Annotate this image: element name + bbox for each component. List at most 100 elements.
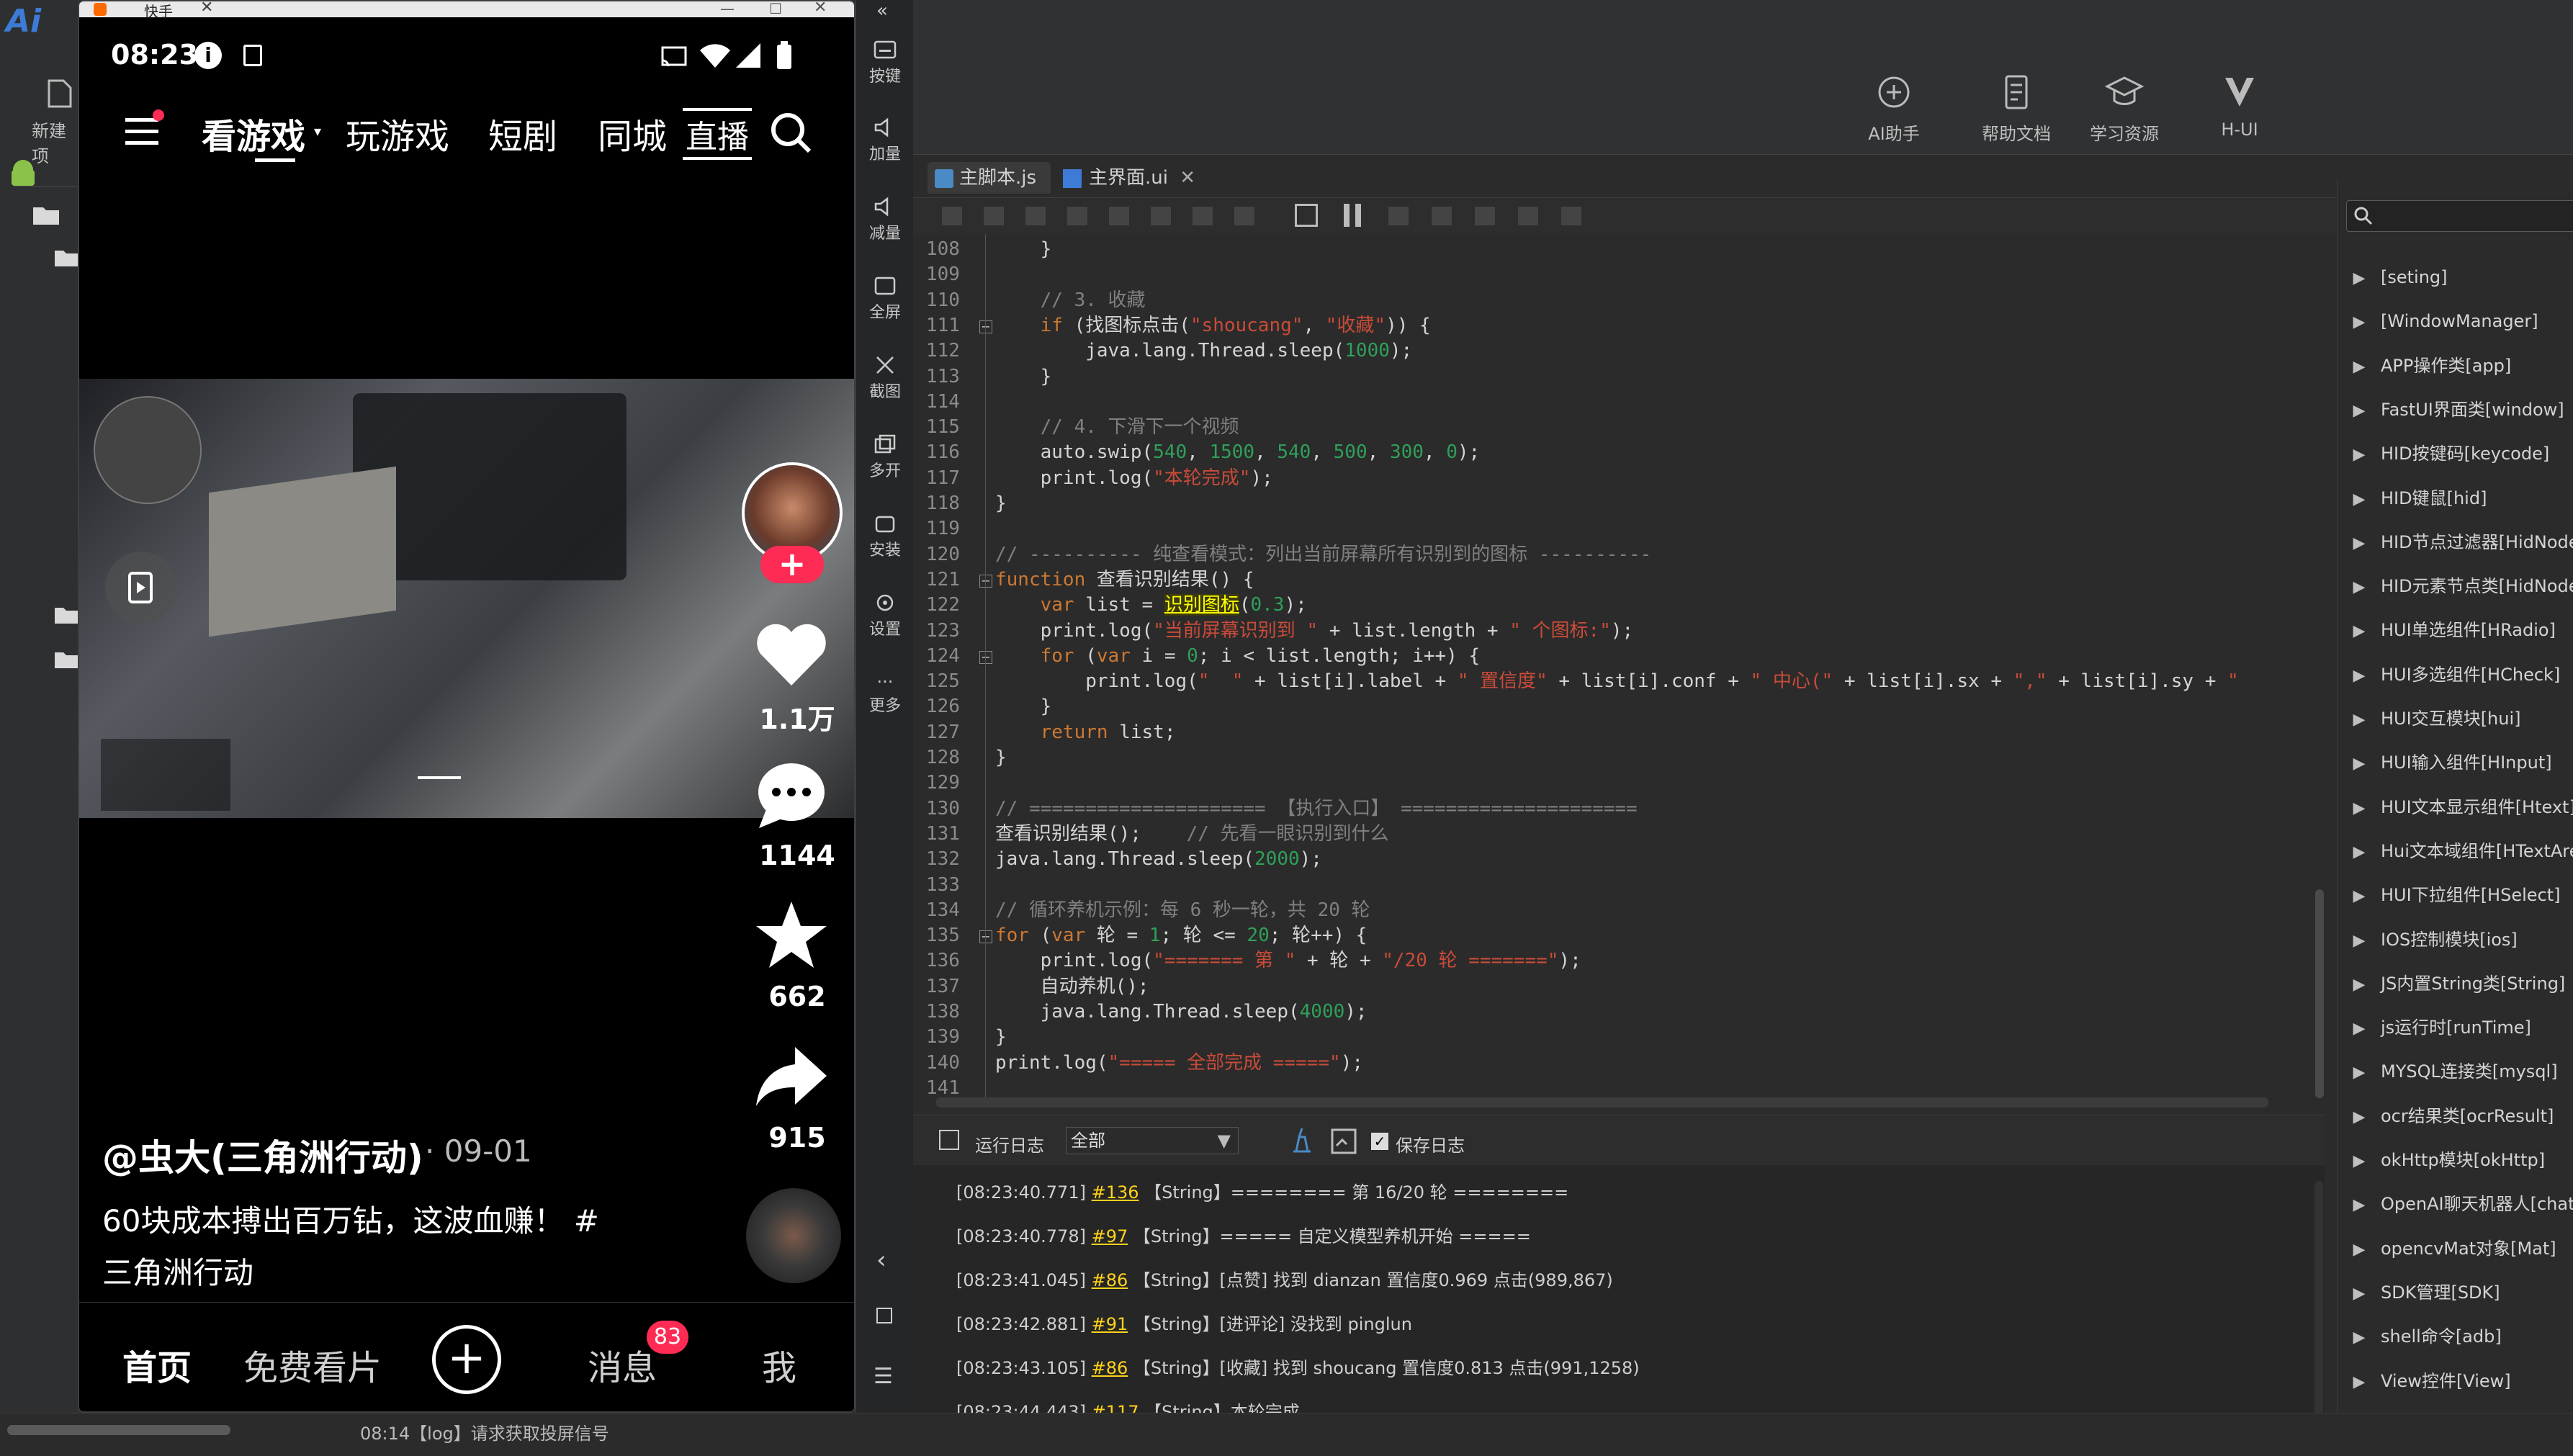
back-icon[interactable]: ‹ [876,1246,886,1275]
tab-live[interactable]: 直播 [683,108,752,160]
api-tree-item[interactable]: ▶ JS内置String类[String] [2338,961,2573,1006]
api-tree-item[interactable]: ▶ HUI下拉组件[HSelect] [2338,873,2573,917]
expand-arrow-icon[interactable]: ▶ [2338,786,2381,830]
api-tree-item[interactable]: ▶ [seting] [2338,255,2573,300]
code-line[interactable]: 自动养机(); [995,974,1149,999]
stop-icon[interactable] [1295,204,1318,227]
expand-arrow-icon[interactable]: ▶ [2338,1007,2381,1050]
expand-arrow-icon[interactable]: ▶ [2338,345,2381,388]
log-source-link[interactable]: #136 [1092,1182,1139,1203]
tab-short-drama[interactable]: 短剧 [488,108,557,158]
tool-volume-down[interactable]: 减量 [856,196,914,243]
tool-install[interactable]: 安装 [856,513,914,560]
expand-arrow-icon[interactable]: ▶ [2338,919,2381,962]
api-tree-item[interactable]: ▶ HUI交互模块[hui] [2338,696,2573,741]
code-line[interactable]: // ---------- 纯查看模式：列出当前屏幕所有识别到的图标 -----… [995,542,1651,567]
log-filter-select[interactable]: 全部 ▼ [1066,1127,1239,1154]
api-tree-item[interactable]: ▶ HID节点过滤器[HidNode] [2338,520,2573,565]
code-line[interactable]: for (var i = 0; i < list.length; i++) { [995,644,1481,669]
api-tree-item[interactable]: ▶ okHttp模块[okHttp] [2338,1138,2573,1182]
window-minimize-icon[interactable]: — [720,1,735,17]
code-line[interactable]: java.lang.Thread.sleep(2000); [995,847,1322,872]
api-tree-item[interactable]: ▶ HUI文本显示组件[Htext] [2338,785,2573,830]
tool-keys[interactable]: 按键 [856,39,914,86]
expand-arrow-icon[interactable]: ▶ [2338,1360,2381,1403]
code-line[interactable]: } [995,364,1052,390]
expand-arrow-icon[interactable]: ▶ [2338,830,2381,873]
code-line[interactable]: print.log("===== 全部完成 ====="); [995,1051,1363,1076]
screenshot-log-icon[interactable] [1329,1127,1358,1156]
log-source-link[interactable]: #91 [1092,1314,1128,1334]
h-ui-button[interactable]: H-UI [2182,72,2297,140]
tool-more[interactable]: ··· 更多 [856,671,914,716]
log-source-link[interactable]: #86 [1092,1358,1128,1378]
expand-arrow-icon[interactable]: ▶ [2338,1316,2381,1359]
tool-fullscreen[interactable]: 全屏 [856,275,914,323]
api-tree-item[interactable]: ▶ APP操作类[app] [2338,343,2573,388]
clear-log-icon[interactable] [1288,1125,1316,1154]
api-tree-item[interactable]: ▶ HID元素节点类[HidNode] [2338,564,2573,608]
fold-toggle-icon[interactable]: − [979,650,992,664]
expand-arrow-icon[interactable]: ▶ [2338,565,2381,608]
api-tree-item[interactable]: ▶ SDK管理[SDK] [2338,1270,2573,1315]
code-line[interactable]: print.log("当前屏幕识别到 " + list.length + " 个… [995,619,1634,644]
close-tab-icon[interactable]: ✕ [1180,167,1195,189]
expand-arrow-icon[interactable]: ▶ [2338,477,2381,521]
fold-toggle-icon[interactable]: − [979,930,992,944]
api-tree-item[interactable]: ▶ View控件[View] [2338,1359,2573,1403]
save-log-label[interactable]: 保存日志 [1396,1131,1465,1156]
window-maximize-icon[interactable]: ☐ [769,1,782,17]
recents-icon[interactable]: ☰ [874,1364,893,1389]
code-line[interactable]: // 3. 收藏 [995,288,1146,313]
tab-local[interactable]: 同城 [598,108,667,158]
code-line[interactable]: } [995,491,1007,516]
nav-free-movies[interactable]: 免费看片 [243,1339,382,1390]
expand-arrow-icon[interactable]: ▶ [2338,389,2381,432]
tool-screenshot[interactable]: 截图 [856,354,914,402]
code-line[interactable]: java.lang.Thread.sleep(4000); [995,999,1368,1025]
code-line[interactable]: // 4. 下滑下一个视频 [995,415,1239,440]
code-line[interactable]: print.log(" " + list[i].label + " 置信度" +… [995,669,2238,694]
horizontal-scrollbar[interactable] [936,1097,2268,1107]
folder-icon[interactable] [32,203,60,226]
expand-arrow-icon[interactable]: ▶ [2338,300,2381,343]
ai-assistant-button[interactable]: AI助手 [1836,72,1952,145]
api-tree-item[interactable]: ▶ HID按键码[keycode] [2338,431,2573,476]
learning-resources-button[interactable]: 学习资源 [2067,72,2182,145]
post-author[interactable]: @虫大(三角洲行动) [102,1129,423,1181]
expand-arrow-icon[interactable]: ▶ [2338,1272,2381,1315]
folder-icon[interactable] [53,603,79,625]
share-icon[interactable] [752,1040,831,1112]
music-disc-icon[interactable] [746,1188,841,1283]
expand-arrow-icon[interactable]: ▶ [2338,742,2381,785]
help-docs-button[interactable]: 帮助文档 [1959,72,2074,145]
code-line[interactable]: function 查看识别结果() { [995,567,1254,593]
nav-home[interactable]: 首页 [122,1339,192,1390]
api-tree-item[interactable]: ▶ HUI单选组件[HRadio] [2338,608,2573,652]
code-line[interactable]: auto.swip(540, 1500, 540, 500, 300, 0); [995,440,1481,465]
folder-icon[interactable] [53,648,79,670]
code-line[interactable]: return list; [995,720,1176,745]
expand-arrow-icon[interactable]: ▶ [2338,874,2381,917]
fold-toggle-icon[interactable]: − [979,574,992,588]
home-icon[interactable] [876,1308,892,1324]
api-tree-item[interactable]: ▶ OpenAI聊天机器人[chat] [2338,1182,2573,1226]
api-tree-item[interactable]: ▶ ocr结果类[ocrResult] [2338,1094,2573,1138]
video-player[interactable] [79,379,854,818]
save-log-checkbox[interactable]: ✓ [1371,1133,1388,1150]
collapse-icon[interactable]: « [876,0,888,22]
api-tree-item[interactable]: ▶ [WindowManager] [2338,299,2573,343]
tool-settings[interactable]: 设置 [856,592,914,639]
code-line[interactable]: // 循环养机示例：每 6 秒一轮，共 20 轮 [995,898,1370,923]
nav-me[interactable]: 我 [762,1339,796,1390]
code-line[interactable]: java.lang.Thread.sleep(1000); [995,338,1412,364]
expand-arrow-icon[interactable]: ▶ [2338,609,2381,652]
window-close-icon[interactable]: ✕ [200,1,213,17]
search-icon[interactable] [768,109,814,156]
api-tree-item[interactable]: ▶ HID键鼠[hid] [2338,476,2573,521]
pause-icon[interactable] [1344,204,1350,227]
api-search-input[interactable] [2346,200,2573,232]
star-icon[interactable] [752,899,831,971]
heart-icon[interactable] [752,619,831,691]
expand-arrow-icon[interactable]: ▶ [2338,698,2381,741]
